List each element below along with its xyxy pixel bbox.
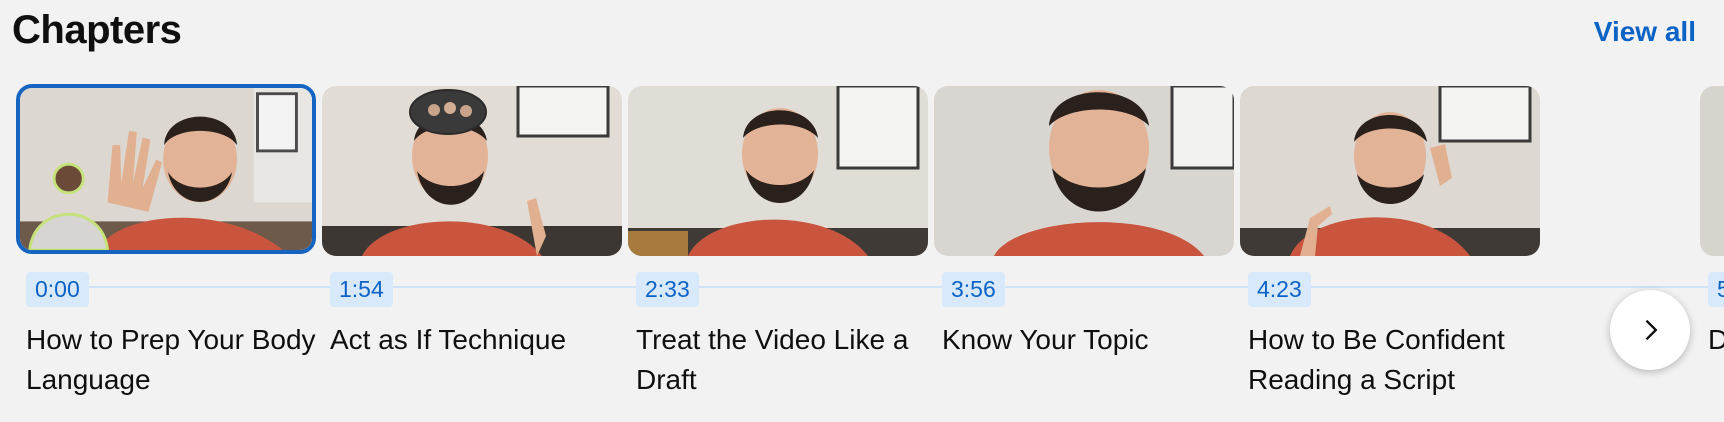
chapter-title: D T xyxy=(1708,324,1724,355)
chapter-card[interactable]: 3:56 Know Your Topic xyxy=(934,86,1234,355)
view-all-link[interactable]: View all xyxy=(1594,16,1696,48)
chapters-carousel: 0:00 How to Prep Your Body Language 1:54… xyxy=(0,84,1724,422)
chapter-timestamp: 1:54 xyxy=(330,272,393,307)
chapter-thumbnail[interactable] xyxy=(16,84,316,254)
chapter-title: How to Be Confident Reading a Script xyxy=(1248,324,1505,395)
video-frame-image xyxy=(322,86,622,256)
chapter-card[interactable]: 1:54 Act as If Technique xyxy=(322,86,622,355)
chapter-timestamp: 2:33 xyxy=(636,272,699,307)
chapter-title: How to Prep Your Body Language xyxy=(26,324,316,395)
video-frame-image xyxy=(1700,86,1724,256)
chapter-thumbnail[interactable] xyxy=(322,86,622,256)
chapter-timestamp: 0:00 xyxy=(26,272,89,307)
video-frame-image xyxy=(20,88,312,250)
chapter-card[interactable]: 5 D T xyxy=(1700,86,1724,355)
next-button[interactable] xyxy=(1610,290,1690,370)
chapter-title: Act as If Technique xyxy=(330,324,567,355)
chapter-title: Know Your Topic xyxy=(942,324,1149,355)
chapter-thumbnail[interactable] xyxy=(628,86,928,256)
chapter-timeline xyxy=(28,286,1724,288)
section-title: Chapters xyxy=(12,8,182,52)
chapter-thumbnail[interactable] xyxy=(1240,86,1540,256)
chapter-card[interactable]: 4:23 How to Be Confident Reading a Scrip… xyxy=(1240,86,1540,395)
chapter-timestamp: 5 xyxy=(1708,272,1724,307)
chapter-thumbnail[interactable] xyxy=(934,86,1234,256)
video-frame-image xyxy=(628,86,928,256)
chapters-panel: Chapters View all 0:00 How to Prep Your … xyxy=(0,0,1724,422)
chapter-card[interactable]: 2:33 Treat the Video Like a Draft xyxy=(628,86,928,395)
chapter-thumbnail[interactable] xyxy=(1700,86,1724,256)
chevron-right-icon xyxy=(1645,319,1658,341)
chapter-card[interactable]: 0:00 How to Prep Your Body Language xyxy=(16,84,318,395)
chapter-title: Treat the Video Like a Draft xyxy=(636,324,909,395)
chapter-timestamp: 4:23 xyxy=(1248,272,1311,307)
chapter-timestamp: 3:56 xyxy=(942,272,1005,307)
video-frame-image xyxy=(934,86,1234,256)
video-frame-image xyxy=(1240,86,1540,256)
